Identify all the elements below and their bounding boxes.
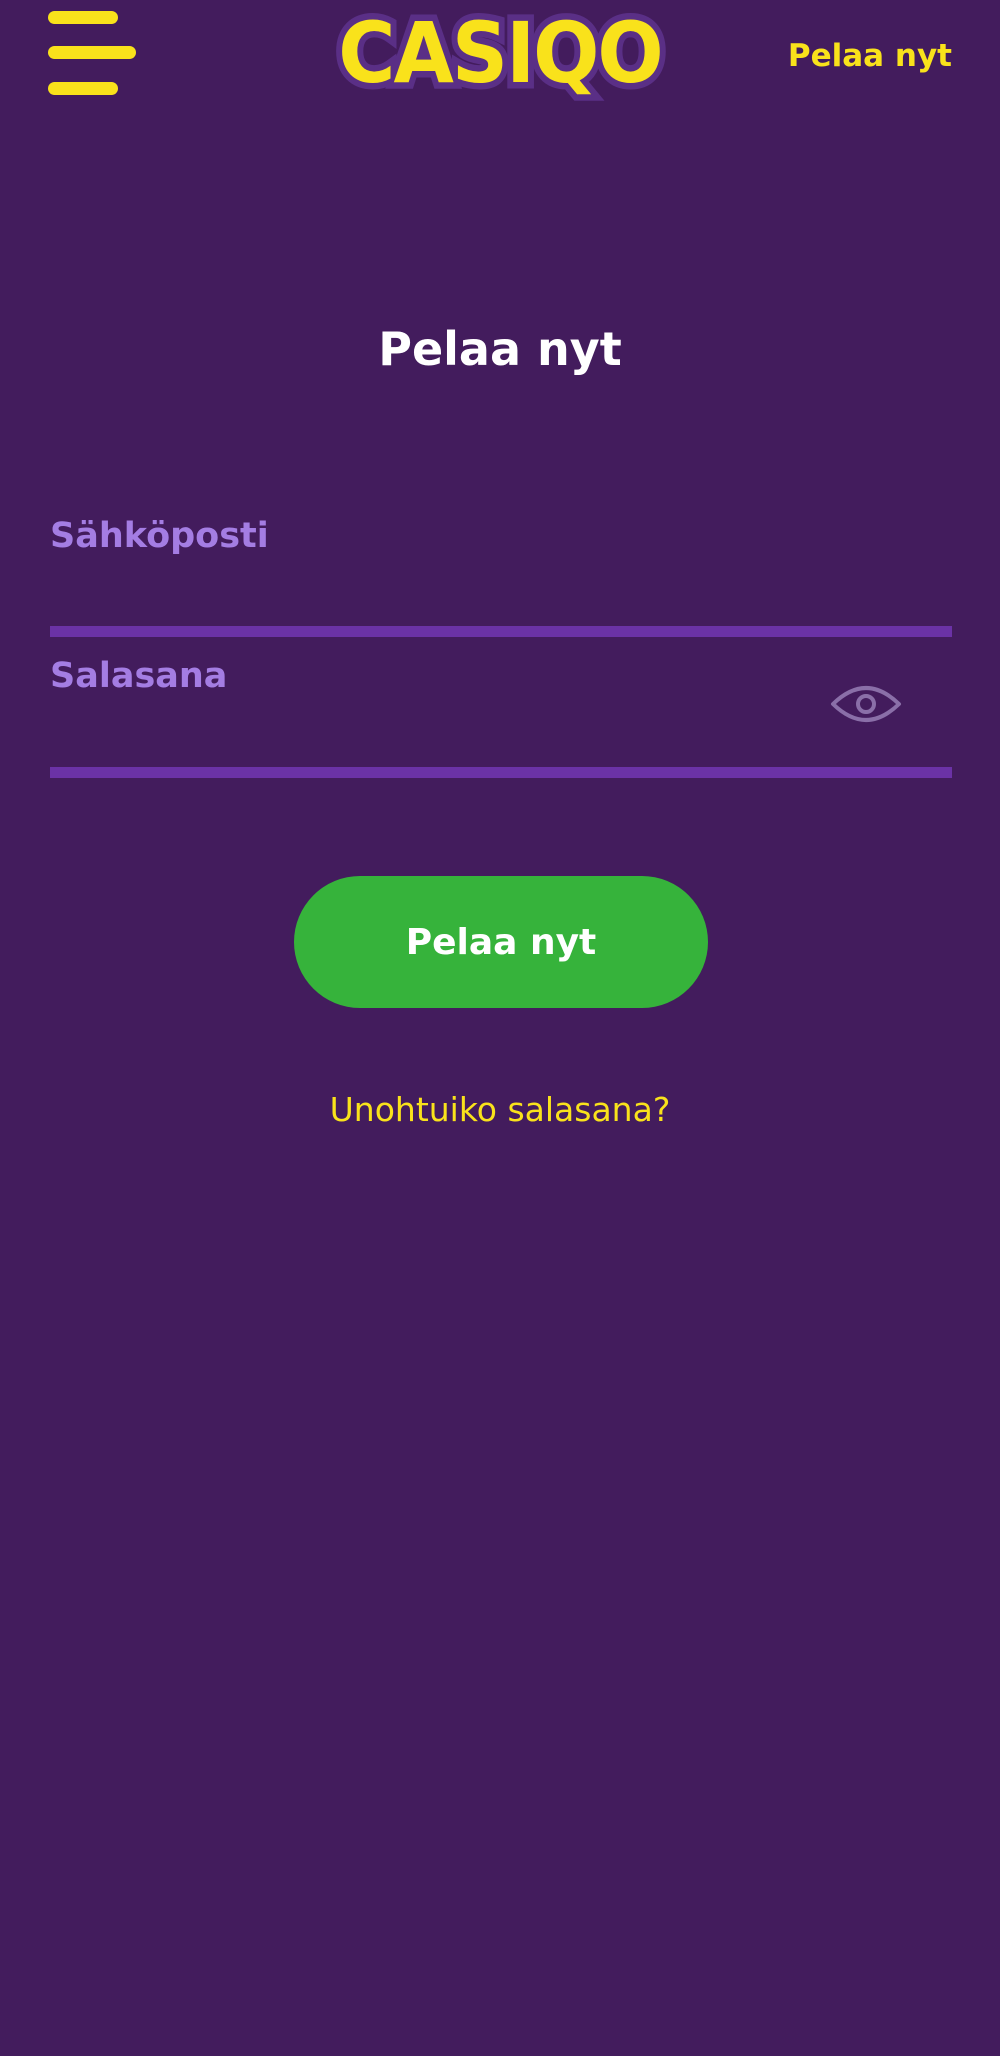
password-input[interactable] xyxy=(50,708,952,768)
password-field-group: Salasana xyxy=(50,656,952,780)
hamburger-menu-icon[interactable] xyxy=(48,8,138,98)
password-label: Salasana xyxy=(50,656,228,696)
page-title: Pelaa nyt xyxy=(378,322,622,376)
email-field-group: Sähköposti xyxy=(50,516,952,640)
menu-bar-top xyxy=(48,11,118,24)
casiqo-logo[interactable]: CASIQO xyxy=(332,0,669,118)
email-input[interactable] xyxy=(50,568,952,628)
password-underline xyxy=(50,767,952,778)
menu-bar-bottom xyxy=(48,82,118,95)
site-header: CASIQO Pelaa nyt xyxy=(0,0,1000,120)
eye-icon[interactable] xyxy=(830,678,902,730)
email-label: Sähköposti xyxy=(50,516,269,556)
email-underline xyxy=(50,626,952,637)
forgot-password-link[interactable]: Unohtuiko salasana? xyxy=(0,1090,1000,1129)
header-play-now-link[interactable]: Pelaa nyt xyxy=(788,38,952,74)
menu-bar-middle xyxy=(48,46,136,59)
logo-text: CASIQO xyxy=(332,0,669,109)
play-now-button[interactable]: Pelaa nyt xyxy=(294,876,708,1008)
eye-icon-svg xyxy=(831,686,901,722)
